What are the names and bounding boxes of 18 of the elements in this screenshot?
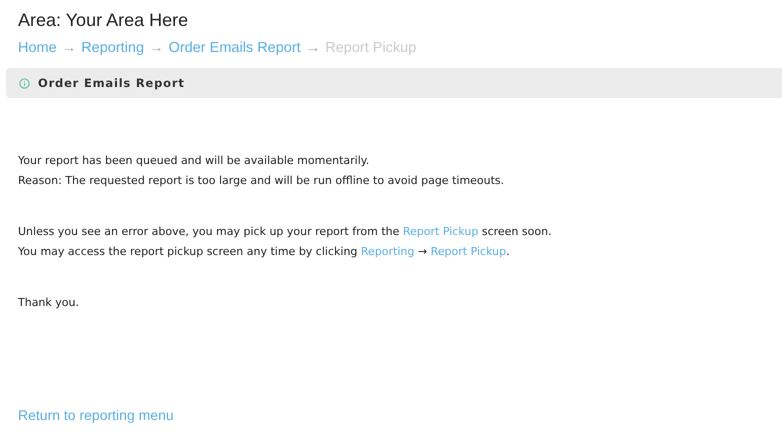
info-icon (19, 78, 30, 88)
message-text: Thank you. (18, 295, 79, 311)
breadcrumb-link[interactable]: Order Emails Report (168, 38, 301, 58)
message-text: Reason: The requested report is too large and will be run offline to avoid page timeouts. (18, 173, 504, 189)
breadcrumb-link[interactable]: Reporting (81, 38, 144, 58)
message-text: You may access the report pickup screen any time by clicking Reporting → Report Pickup. (18, 244, 510, 260)
page-title: Area: Your Area Here (18, 9, 190, 32)
inline-link[interactable]: Report Pickup (402, 225, 478, 238)
message-text: Your report has been queued and will be available momentarily. (18, 153, 370, 169)
inline-link[interactable]: Reporting (360, 245, 414, 258)
breadcrumb-separator: → (306, 39, 320, 58)
breadcrumb-separator: → (149, 39, 164, 58)
inline-link[interactable]: Report Pickup (430, 245, 506, 258)
breadcrumb-link[interactable]: Home (18, 38, 57, 58)
breadcrumb-separator: → (62, 39, 76, 58)
return-link[interactable]: Return to reporting menu (18, 407, 174, 423)
message-text: Unless you see an error above, you may pick up your report from the Report Pickup screen soon. (18, 224, 552, 240)
panel-title: Order Emails Report (38, 76, 185, 90)
